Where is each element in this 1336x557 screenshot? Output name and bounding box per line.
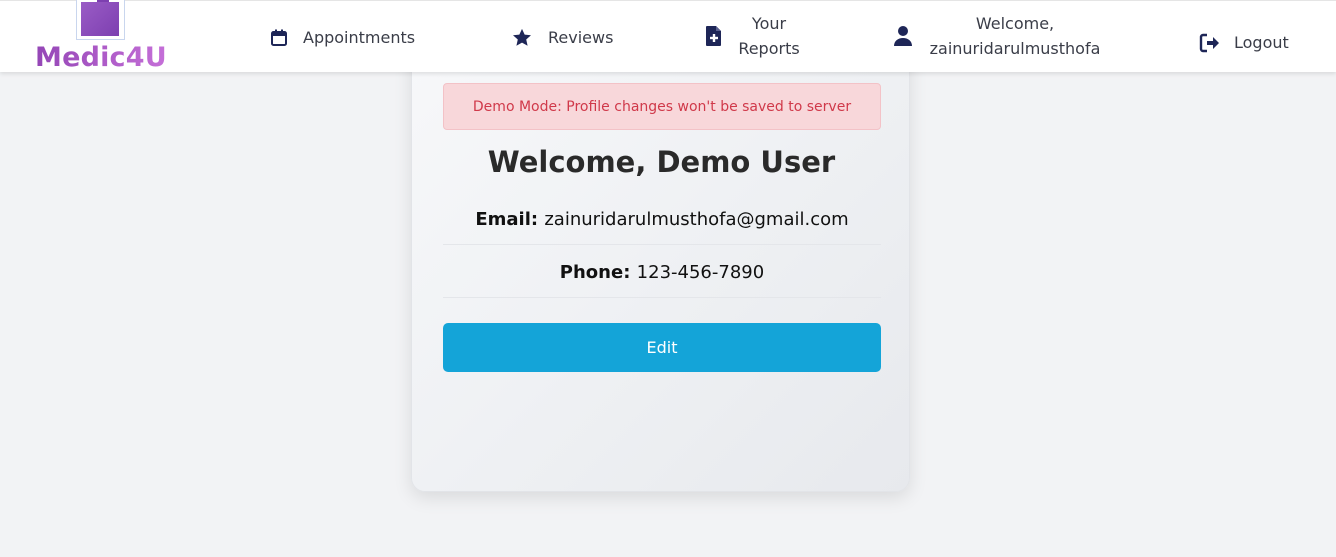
profile-card: Demo Mode: Profile changes won't be save… — [411, 40, 910, 492]
email-label: Email: — [475, 209, 545, 230]
nav-logout[interactable]: Logout — [1199, 30, 1289, 55]
user-icon — [893, 25, 913, 47]
star-icon — [511, 27, 533, 49]
nav-reviews-label: Reviews — [548, 28, 614, 47]
medic4u-logo-icon[interactable] — [76, 0, 125, 40]
edit-button[interactable]: Edit — [443, 323, 881, 372]
top-navbar: Medic4U Appointments Reviews Your Report… — [0, 0, 1336, 72]
nav-appointments-label: Appointments — [303, 28, 416, 47]
nav-appointments[interactable]: Appointments — [269, 25, 415, 50]
nav-reviews[interactable]: Reviews — [511, 25, 613, 50]
nav-user-welcome[interactable]: Welcome, zainuridarulmusthofa — [893, 11, 1101, 61]
email-row: Email: zainuridarulmusthofa@gmail.com — [443, 209, 881, 245]
email-value: zainuridarulmusthofa@gmail.com — [544, 209, 849, 230]
phone-label: Phone: — [559, 262, 637, 283]
phone-value: 123-456-7890 — [636, 262, 765, 283]
nav-your-reports-label: Your Reports — [738, 14, 800, 58]
nav-logout-label: Logout — [1234, 33, 1289, 52]
sign-out-icon — [1199, 33, 1219, 53]
calendar-icon — [269, 28, 289, 48]
demo-mode-alert: Demo Mode: Profile changes won't be save… — [443, 83, 881, 130]
phone-row: Phone: 123-456-7890 — [443, 262, 881, 298]
nav-user-welcome-label: Welcome, zainuridarulmusthofa — [929, 14, 1101, 58]
brand-name[interactable]: Medic4U — [35, 44, 167, 71]
file-medical-icon — [705, 25, 723, 47]
profile-title: Welcome, Demo User — [487, 145, 836, 179]
nav-your-reports[interactable]: Your Reports — [705, 11, 801, 61]
